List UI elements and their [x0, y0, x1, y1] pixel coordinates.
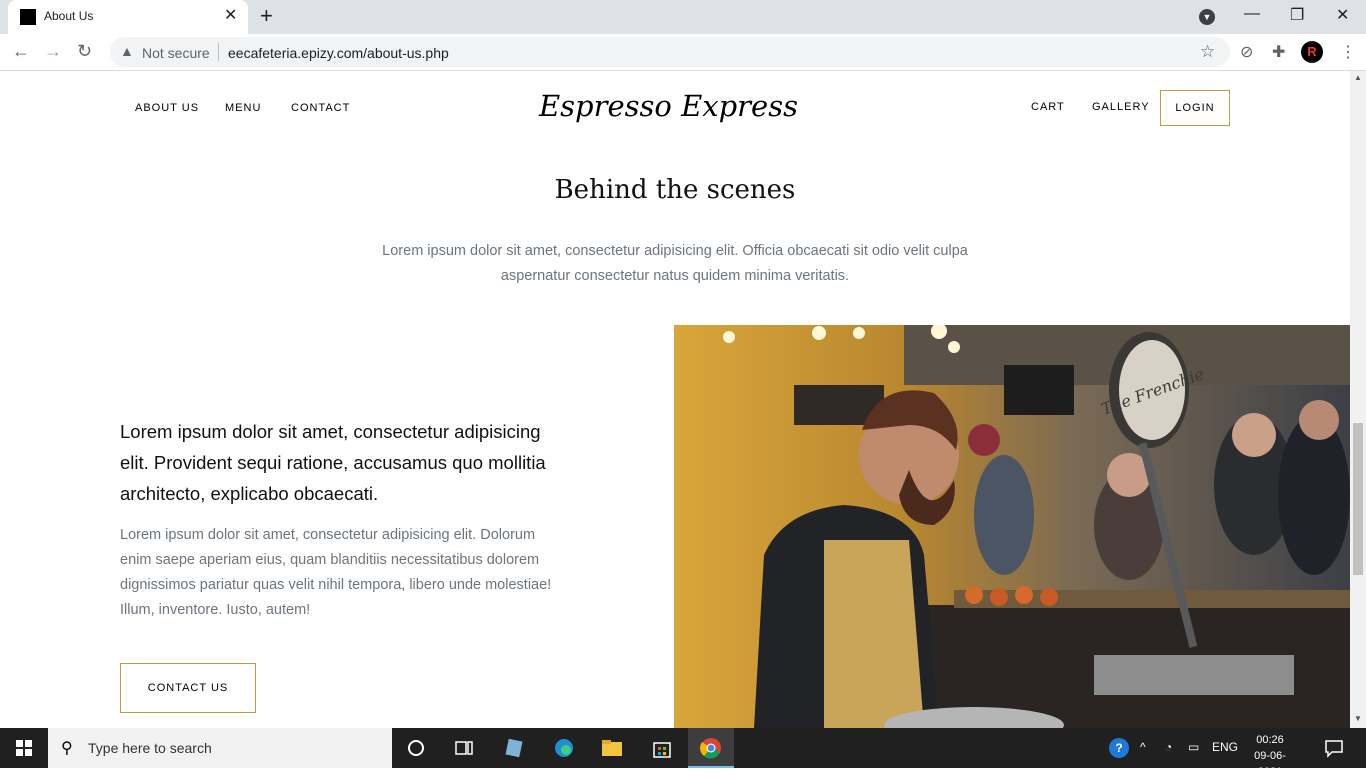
security-label[interactable]: Not secure: [142, 45, 210, 61]
url-text[interactable]: eecafeteria.epizy.com/about-us.php: [228, 45, 449, 61]
forward-icon[interactable]: →: [44, 42, 62, 60]
chevron-up-icon[interactable]: ^: [1140, 740, 1146, 754]
tab-search-icon[interactable]: ▼: [1199, 9, 1215, 25]
barista-photo-illustration: The Frenchie: [674, 325, 1350, 728]
new-tab-icon[interactable]: +: [260, 5, 273, 27]
browser-tab[interactable]: About Us ✕: [8, 0, 248, 34]
close-tab-icon[interactable]: ✕: [224, 7, 237, 25]
taskbar-search-box[interactable]: ⚲ Type here to search: [48, 728, 392, 768]
warning-icon[interactable]: ▲: [120, 43, 134, 59]
clock-time: 00:26: [1256, 734, 1284, 746]
barista-photo: The Frenchie: [674, 325, 1350, 728]
scroll-up-arrow-icon[interactable]: ▲: [1354, 73, 1362, 82]
browser-toolbar: ← → ↻ ▲ Not secure eecafeteria.epizy.com…: [0, 34, 1366, 71]
section-title: Behind the scenes: [554, 175, 796, 205]
contact-us-button[interactable]: CONTACT US: [120, 663, 256, 713]
chrome-icon: [700, 738, 721, 759]
address-bar[interactable]: ▲ Not secure eecafeteria.epizy.com/about…: [110, 37, 1230, 67]
address-separator: [218, 43, 219, 61]
page-scrollbar[interactable]: ▲ ▼: [1350, 71, 1366, 728]
star-icon[interactable]: ☆: [1200, 42, 1215, 62]
kebab-menu-icon[interactable]: ⋮: [1340, 42, 1356, 62]
tab-title: About Us: [44, 9, 94, 23]
search-icon: ⚲: [61, 740, 73, 757]
taskbar-search-placeholder[interactable]: Type here to search: [88, 740, 212, 756]
window-close-icon[interactable]: ✕: [1336, 5, 1349, 25]
store-icon[interactable]: [650, 737, 674, 759]
language-indicator[interactable]: ENG: [1212, 740, 1238, 754]
file-explorer-icon[interactable]: [600, 737, 624, 759]
notes-app-icon[interactable]: [502, 737, 526, 759]
edge-icon[interactable]: [552, 737, 576, 759]
block-icon[interactable]: ⊘: [1240, 42, 1253, 62]
battery-icon[interactable]: ▭: [1188, 740, 1199, 754]
body-paragraph: Lorem ipsum dolor sit amet, consectetur …: [120, 527, 552, 618]
taskbar-clock[interactable]: 00:26 09-06-2021: [1248, 732, 1292, 780]
web-page: ABOUT US MENU CONTACT Espresso Express C…: [0, 71, 1350, 728]
browser-tab-bar: About Us ✕ + ▼ — ❐ ✕: [0, 0, 1366, 34]
help-icon[interactable]: ?: [1109, 738, 1129, 758]
nav-cart[interactable]: CART: [1031, 101, 1065, 113]
wifi-icon[interactable]: ◔: [1165, 740, 1172, 754]
nav-about-us[interactable]: ABOUT US: [135, 102, 199, 114]
nav-contact[interactable]: CONTACT: [291, 102, 350, 114]
puzzle-icon[interactable]: ✚: [1272, 42, 1285, 62]
nav-gallery[interactable]: GALLERY: [1092, 101, 1150, 113]
login-button[interactable]: LOGIN: [1160, 90, 1230, 126]
notification-icon[interactable]: [1322, 737, 1346, 759]
reload-icon[interactable]: ↻: [77, 42, 92, 60]
scroll-thumb[interactable]: [1353, 423, 1363, 575]
scroll-down-arrow-icon[interactable]: ▼: [1354, 714, 1362, 723]
clock-date: 09-06-2021: [1254, 750, 1286, 778]
windows-start-icon[interactable]: [16, 740, 32, 756]
intro-paragraph: Lorem ipsum dolor sit amet, consectetur …: [382, 243, 968, 284]
lead-paragraph: Lorem ipsum dolor sit amet, consectetur …: [120, 421, 546, 504]
minimize-icon[interactable]: —: [1244, 5, 1260, 23]
back-icon[interactable]: ←: [12, 42, 30, 60]
favicon-icon: [20, 9, 36, 25]
site-brand[interactable]: Espresso Express: [539, 89, 798, 123]
task-view-icon[interactable]: [452, 737, 476, 759]
taskbar-chrome-button[interactable]: [688, 728, 734, 768]
windows-taskbar: ⚲ Type here to search ? ^ ◔ ▭ ENG 00:26 …: [0, 728, 1366, 778]
restore-icon[interactable]: ❐: [1290, 5, 1304, 25]
cortana-icon[interactable]: [404, 737, 428, 759]
profile-avatar[interactable]: R: [1301, 41, 1323, 63]
nav-menu[interactable]: MENU: [225, 102, 261, 114]
